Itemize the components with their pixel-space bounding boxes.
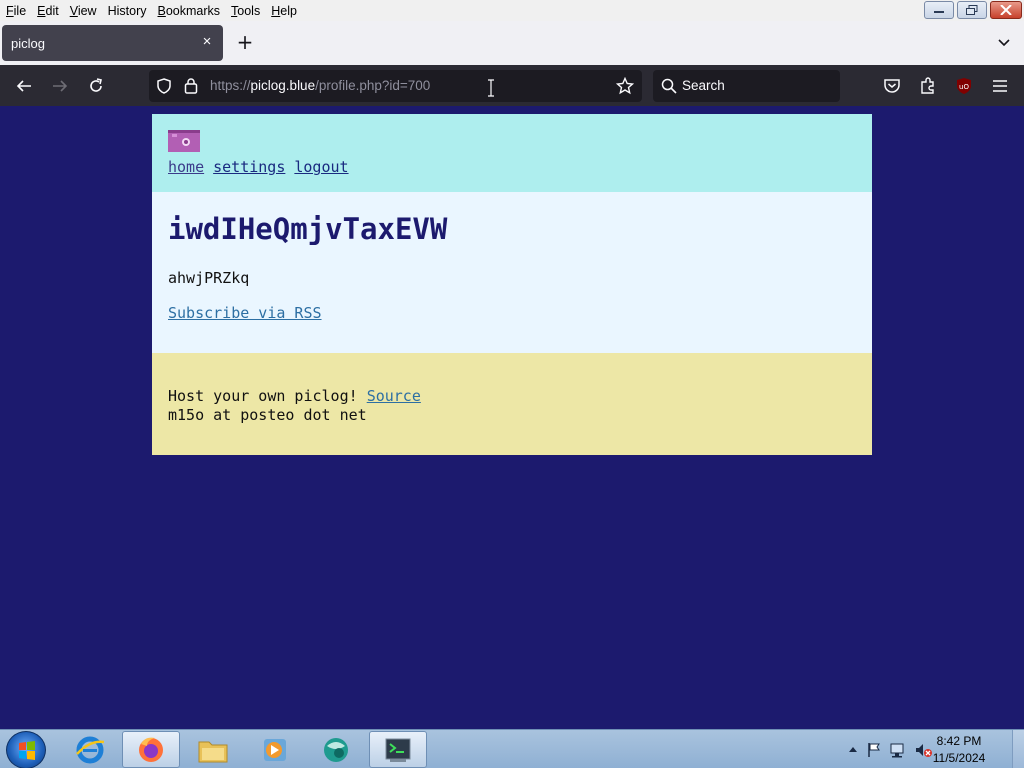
folder-icon	[198, 741, 228, 762]
windows-logo-icon	[19, 741, 35, 760]
ublock-shield-icon: uO	[957, 78, 971, 94]
camera-icon	[168, 130, 200, 152]
page-viewport: home settings logout iwdIHeQmjvTaxEVW ah…	[0, 106, 1024, 729]
logout-link[interactable]: logout	[294, 158, 348, 176]
minimize-icon	[934, 11, 944, 13]
clock-date: 11/5/2024	[932, 751, 986, 765]
menu-bar: File Edit View History Bookmarks Tools H…	[0, 0, 1024, 21]
pocket-icon	[884, 79, 900, 93]
firefox-icon	[139, 737, 163, 762]
svg-text:uO: uO	[959, 83, 969, 91]
taskbar-terminal[interactable]	[369, 731, 427, 768]
menu-view[interactable]: View	[64, 4, 102, 18]
menu-history[interactable]: History	[102, 4, 152, 18]
restore-button[interactable]	[957, 1, 987, 19]
profile-content: iwdIHeQmjvTaxEVW ahwjPRZkq Subscribe via…	[152, 192, 872, 353]
site-header: home settings logout	[152, 114, 872, 192]
footer-contact: m15o at posteo dot net	[168, 406, 367, 424]
navigation-toolbar: https://piclog.blue/profile.php?id=700 S…	[0, 65, 1024, 106]
back-arrow-icon	[16, 80, 31, 92]
minimize-button[interactable]	[924, 1, 954, 19]
url-bar[interactable]: https://piclog.blue/profile.php?id=700	[149, 70, 642, 102]
list-all-tabs-icon[interactable]	[996, 35, 1012, 51]
source-link[interactable]: Source	[367, 387, 421, 405]
clock-time: 8:42 PM	[936, 734, 982, 748]
tab-piclog[interactable]: piclog ×	[2, 25, 223, 61]
tab-close-button[interactable]: ×	[199, 34, 215, 50]
menu-edit[interactable]: Edit	[31, 4, 64, 18]
search-icon	[661, 78, 677, 94]
menu-bookmarks[interactable]: Bookmarks	[152, 4, 226, 18]
url-text[interactable]: https://piclog.blue/profile.php?id=700	[210, 78, 430, 93]
internet-explorer-icon	[76, 736, 105, 763]
forward-arrow-icon	[53, 80, 68, 92]
lock-icon[interactable]	[184, 77, 198, 94]
new-tab-button[interactable]: +	[235, 32, 255, 53]
app-menu-button[interactable]	[987, 73, 1013, 99]
menu-help[interactable]: Help	[265, 4, 302, 18]
tab-title: piclog	[11, 35, 45, 51]
subscribe-rss-link[interactable]: Subscribe via RSS	[168, 304, 322, 322]
puzzle-piece-icon	[921, 77, 934, 94]
close-window-button[interactable]	[990, 1, 1022, 19]
terminal-window-icon	[385, 738, 411, 762]
search-bar[interactable]: Search	[653, 70, 840, 102]
show-desktop-button[interactable]	[1012, 730, 1024, 768]
back-button[interactable]	[11, 73, 37, 99]
taskbar: 8:42 PM 11/5/2024	[0, 729, 1024, 768]
page-container: home settings logout iwdIHeQmjvTaxEVW ah…	[152, 114, 872, 455]
menu-file[interactable]: File	[0, 4, 31, 18]
media-player-icon	[264, 738, 286, 761]
restore-icon	[966, 5, 978, 15]
taskbar-file-explorer[interactable]	[184, 731, 242, 768]
window-controls	[924, 1, 1022, 19]
site-nav: home settings logout	[168, 158, 856, 176]
profile-description: ahwjPRZkq	[168, 269, 250, 287]
pocket-button[interactable]	[879, 73, 905, 99]
footer-text: Host your own piclog!	[168, 387, 358, 405]
taskbar-clock[interactable]: 8:42 PM 11/5/2024	[924, 733, 994, 767]
tab-strip: piclog × +	[0, 21, 1024, 65]
footer-line: Host your own piclog! Source	[168, 387, 856, 406]
show-hidden-icons-chevron-icon[interactable]	[848, 745, 858, 753]
reload-icon	[90, 78, 102, 92]
extensions-button[interactable]	[915, 73, 941, 99]
menu-tools[interactable]: Tools	[225, 4, 265, 18]
ublock-origin-button[interactable]: uO	[951, 73, 977, 99]
taskbar-media-player[interactable]	[245, 731, 303, 768]
taskbar-internet-explorer[interactable]	[61, 731, 119, 768]
forward-button[interactable]	[47, 73, 73, 99]
tracking-protection-shield-icon[interactable]	[156, 78, 172, 94]
text-cursor-icon	[488, 79, 494, 97]
bookmark-star-icon[interactable]	[616, 77, 634, 95]
hamburger-menu-icon	[993, 80, 1007, 92]
camera-logo-icon[interactable]	[168, 130, 200, 152]
reload-button[interactable]	[83, 73, 109, 99]
network-icon[interactable]	[889, 741, 907, 759]
home-link[interactable]: home	[168, 158, 204, 176]
taskbar-firefox[interactable]	[122, 731, 180, 768]
start-button[interactable]	[6, 731, 46, 768]
globe-app-icon	[324, 737, 348, 762]
settings-link[interactable]: settings	[213, 158, 285, 176]
close-icon	[1000, 5, 1012, 15]
site-footer: Host your own piclog! Source m15o at pos…	[152, 353, 872, 455]
profile-title: iwdIHeQmjvTaxEVW	[168, 212, 448, 246]
search-placeholder: Search	[682, 78, 725, 93]
taskbar-app-globe[interactable]	[307, 731, 365, 768]
action-center-flag-icon[interactable]	[866, 742, 882, 758]
